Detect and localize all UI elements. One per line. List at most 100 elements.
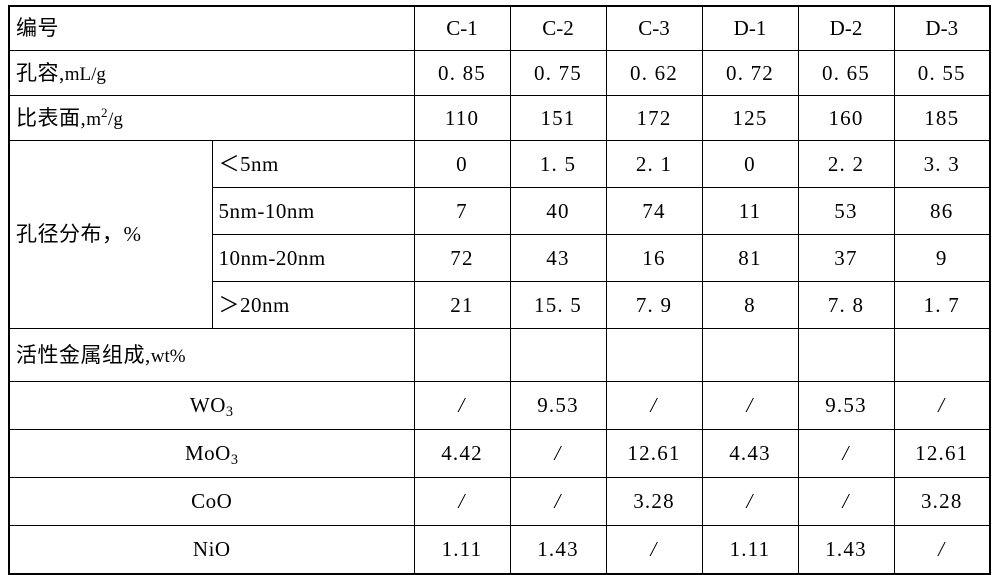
row-label-wo3-main: WO — [189, 393, 226, 418]
cell-surface-area-d-3: 185 — [893, 95, 991, 141]
cell-pore-volume-c-3: 0. 62 — [605, 50, 703, 96]
cell-active-metal-header-d-3 — [893, 328, 991, 382]
cell-nio-d-2: 1.43 — [797, 525, 895, 575]
cell-lt5nm-c-3: 2. 1 — [605, 140, 703, 188]
cell-10to20nm-c-2: 43 — [509, 234, 607, 282]
cell-moo3-c-2: / — [509, 429, 607, 478]
row-label-active-metal-unit: wt% — [150, 345, 186, 367]
cell-wo3-c-2: 9.53 — [509, 381, 607, 430]
cell-coo-d-1: / — [701, 477, 799, 526]
cell-gt20nm-d-3: 1. 7 — [893, 281, 991, 329]
cell-active-metal-header-d-2 — [797, 328, 895, 382]
cell-gt20nm-c-1: 21 — [413, 281, 511, 329]
table-row-pore-dist-lt5nm: 孔径分布，% ＜5nm 0 1. 5 2. 1 0 2. 2 3. 3 — [8, 140, 991, 329]
cell-coo-c-1: / — [413, 477, 511, 526]
row-label-pore-volume-cn: 孔容, — [16, 60, 65, 85]
cell-surface-area-c-1: 110 — [413, 95, 511, 141]
cell-active-metal-header-c-3 — [605, 328, 703, 382]
cell-moo3-c-3: 12.61 — [605, 429, 703, 478]
cell-wo3-d-1: / — [701, 381, 799, 430]
subrow-label-gt20nm: ＞20nm — [211, 281, 415, 329]
cell-coo-c-2: / — [509, 477, 607, 526]
table-row-pore-volume: 孔容,mL/g 0. 85 0. 75 0. 62 0. 72 0. 65 0.… — [8, 50, 991, 96]
cell-gt20nm-d-1: 8 — [701, 281, 799, 329]
cell-pore-volume-c-2: 0. 75 — [509, 50, 607, 96]
catalyst-properties-table: 编号 C-1 C-2 C-3 D-1 D-2 D-3 孔容,mL/g 0. 85… — [8, 5, 991, 575]
cell-wo3-c-1: / — [413, 381, 511, 430]
cell-10to20nm-c-1: 72 — [413, 234, 511, 282]
cell-10to20nm-c-3: 16 — [605, 234, 703, 282]
cell-moo3-d-3: 12.61 — [893, 429, 991, 478]
row-group-label-pore-distribution: 孔径分布，% — [8, 140, 213, 329]
cell-surface-area-c-2: 151 — [509, 95, 607, 141]
column-header-d-1: D-1 — [701, 5, 799, 51]
cell-active-metal-header-c-2 — [509, 328, 607, 382]
row-label-surface-area-cn: 比表面, — [16, 105, 87, 130]
cell-5to10nm-c-2: 40 — [509, 187, 607, 235]
cell-wo3-d-3: / — [893, 381, 991, 430]
table-row-surface-area: 比表面,m2/g 110 151 172 125 160 185 — [8, 95, 991, 141]
cell-moo3-c-1: 4.42 — [413, 429, 511, 478]
cell-wo3-c-3: / — [605, 381, 703, 430]
cell-active-metal-header-c-1 — [413, 328, 511, 382]
row-label-nio: NiO — [8, 525, 415, 575]
row-label-pore-volume: 孔容,mL/g — [8, 50, 415, 96]
header-row-label: 编号 — [8, 5, 415, 51]
cell-nio-c-2: 1.43 — [509, 525, 607, 575]
cell-pore-volume-d-2: 0. 65 — [797, 50, 895, 96]
row-label-active-metal-cn: 活性金属组成, — [16, 342, 151, 367]
cell-nio-d-3: / — [893, 525, 991, 575]
cell-lt5nm-d-3: 3. 3 — [893, 140, 991, 188]
cell-moo3-d-1: 4.43 — [701, 429, 799, 478]
cell-10to20nm-d-3: 9 — [893, 234, 991, 282]
column-header-c-3: C-3 — [605, 5, 703, 51]
column-header-d-2: D-2 — [797, 5, 895, 51]
cell-gt20nm-c-2: 15. 5 — [509, 281, 607, 329]
cell-nio-c-3: / — [605, 525, 703, 575]
row-label-moo3-subscript: 3 — [230, 452, 239, 469]
row-label-wo3-subscript: 3 — [225, 404, 234, 421]
cell-active-metal-header-d-1 — [701, 328, 799, 382]
subrow-label-5to10nm: 5nm-10nm — [211, 187, 415, 235]
table-row-moo3: MoO3 4.42 / 12.61 4.43 / 12.61 — [8, 429, 991, 478]
cell-lt5nm-d-2: 2. 2 — [797, 140, 895, 188]
cell-5to10nm-d-3: 86 — [893, 187, 991, 235]
cell-coo-d-3: 3.28 — [893, 477, 991, 526]
column-header-c-2: C-2 — [509, 5, 607, 51]
cell-10to20nm-d-1: 81 — [701, 234, 799, 282]
cell-10to20nm-d-2: 37 — [797, 234, 895, 282]
row-label-pore-volume-unit: mL/g — [64, 63, 106, 85]
table-header-row: 编号 C-1 C-2 C-3 D-1 D-2 D-3 — [8, 5, 991, 51]
cell-surface-area-d-2: 160 — [797, 95, 895, 141]
cell-lt5nm-d-1: 0 — [701, 140, 799, 188]
cell-pore-volume-d-1: 0. 72 — [701, 50, 799, 96]
cell-nio-c-1: 1.11 — [413, 525, 511, 575]
cell-gt20nm-d-2: 7. 8 — [797, 281, 895, 329]
cell-wo3-d-2: 9.53 — [797, 381, 895, 430]
subrow-label-10to20nm: 10nm-20nm — [211, 234, 415, 282]
cell-5to10nm-c-1: 7 — [413, 187, 511, 235]
row-label-coo: CoO — [8, 477, 415, 526]
cell-pore-volume-d-3: 0. 55 — [893, 50, 991, 96]
cell-moo3-d-2: / — [797, 429, 895, 478]
cell-surface-area-c-3: 172 — [605, 95, 703, 141]
cell-coo-d-2: / — [797, 477, 895, 526]
document-page: 编号 C-1 C-2 C-3 D-1 D-2 D-3 孔容,mL/g 0. 85… — [0, 0, 1000, 575]
row-label-surface-area-superscript: 2 — [101, 105, 109, 121]
cell-surface-area-d-1: 125 — [701, 95, 799, 141]
row-label-moo3: MoO3 — [8, 429, 415, 478]
cell-gt20nm-c-3: 7. 9 — [605, 281, 703, 329]
subrow-label-lt5nm: ＜5nm — [211, 140, 415, 188]
cell-lt5nm-c-1: 0 — [413, 140, 511, 188]
row-label-surface-area: 比表面,m2/g — [8, 95, 415, 141]
row-label-wo3: WO3 — [8, 381, 415, 430]
column-header-d-3: D-3 — [893, 5, 991, 51]
row-label-nio-main: NiO — [192, 537, 231, 562]
row-label-coo-main: CoO — [191, 489, 233, 514]
table-row-nio: NiO 1.11 1.43 / 1.11 1.43 / — [8, 525, 991, 575]
cell-nio-d-1: 1.11 — [701, 525, 799, 575]
table-row-wo3: WO3 / 9.53 / / 9.53 / — [8, 381, 991, 430]
row-label-surface-area-unit-post: /g — [108, 108, 123, 130]
cell-lt5nm-c-2: 1. 5 — [509, 140, 607, 188]
table-row-coo: CoO / / 3.28 / / 3.28 — [8, 477, 991, 526]
